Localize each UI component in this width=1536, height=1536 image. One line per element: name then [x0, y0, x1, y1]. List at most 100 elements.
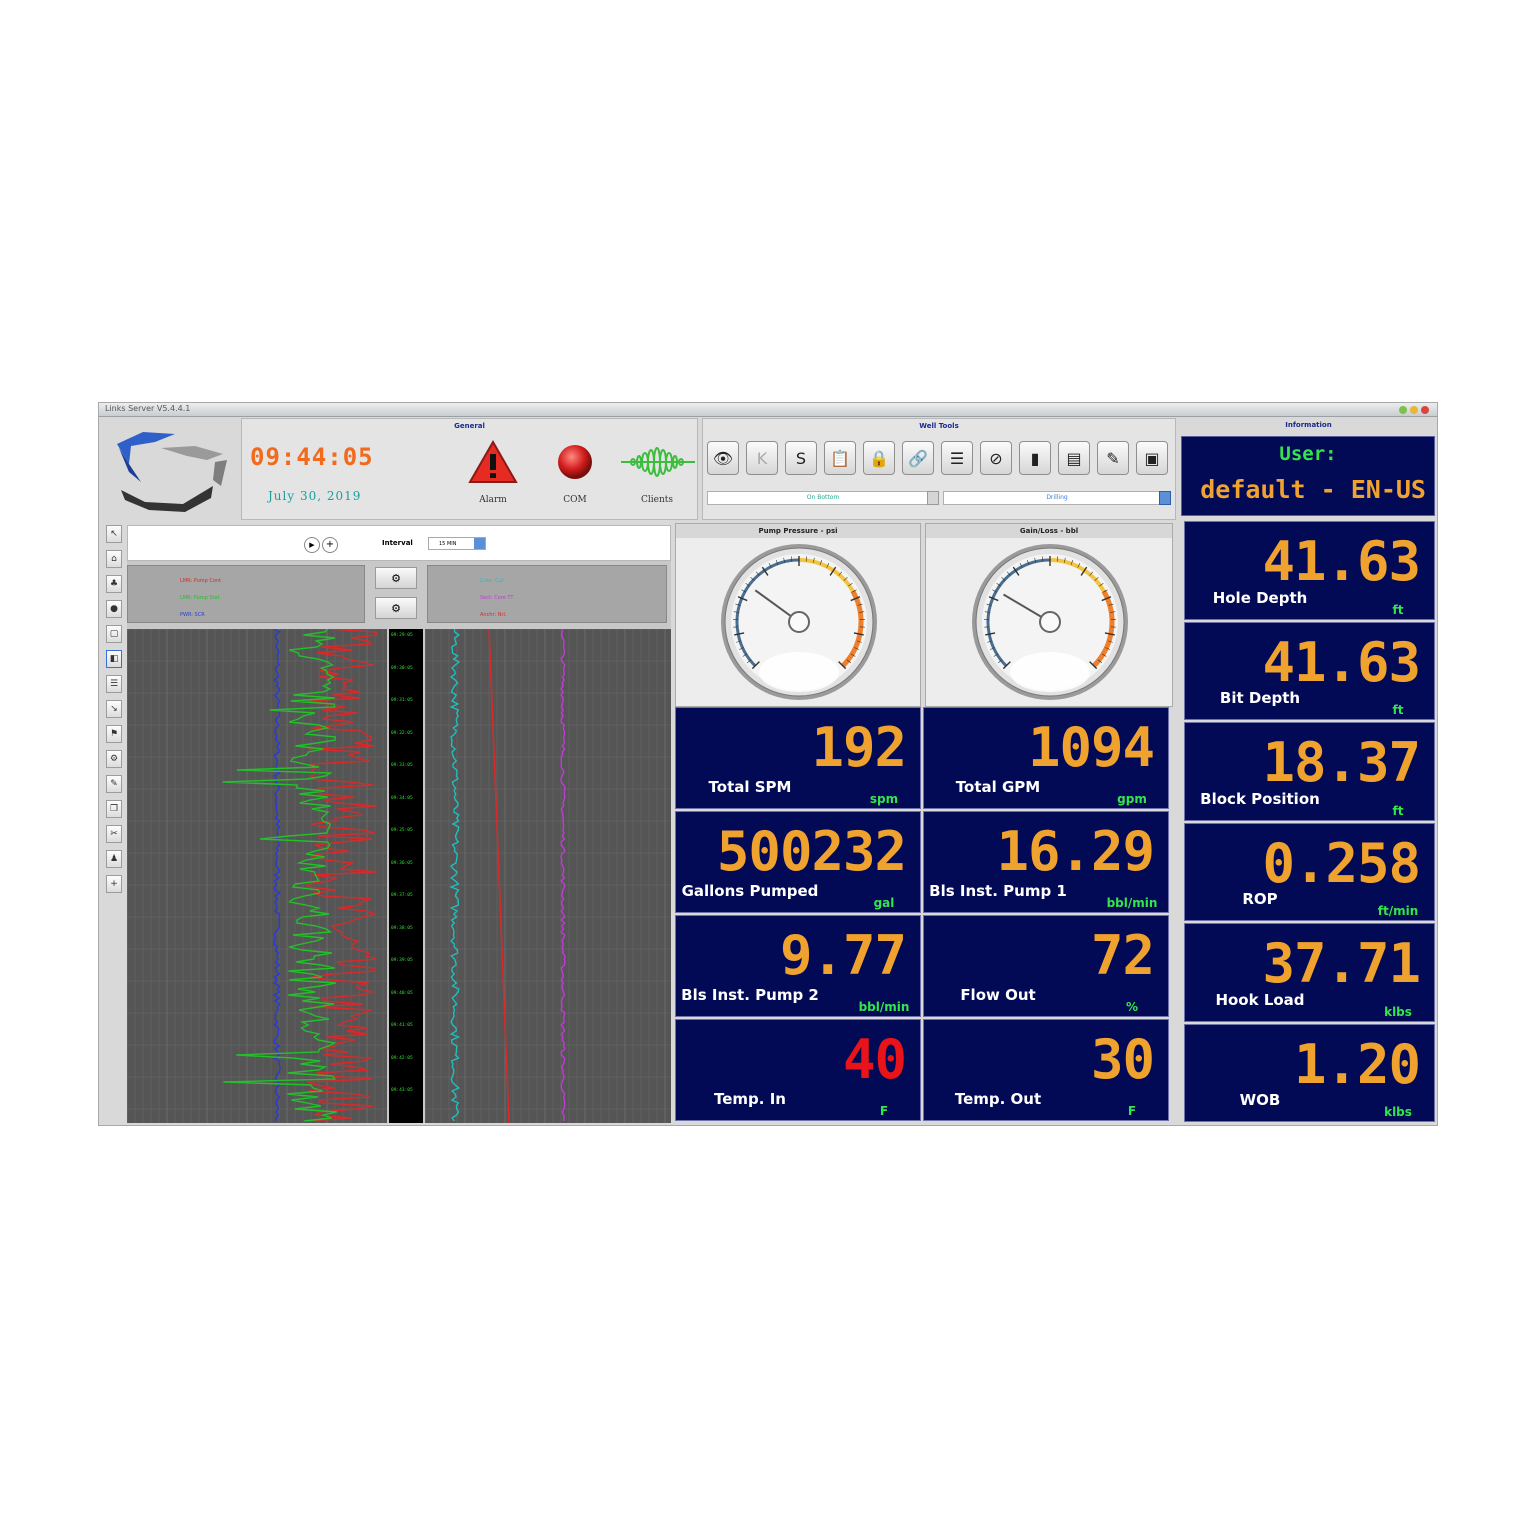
chevron-down-icon[interactable]: [1159, 491, 1171, 505]
time-tick-label: 09:33:05: [391, 763, 413, 768]
cursor-icon[interactable]: ↖: [106, 525, 122, 543]
readout-tile[interactable]: 30 Temp. Out F: [923, 1019, 1169, 1121]
readout-label: Bit Depth: [1219, 689, 1301, 707]
copy-icon[interactable]: ❐: [106, 800, 122, 818]
readout-tile[interactable]: 41.63 Hole Depth ft: [1184, 521, 1435, 620]
k-icon[interactable]: K: [746, 441, 778, 475]
box-icon[interactable]: ▣: [1136, 441, 1168, 475]
legend-row[interactable]: Sect: Core TT: [428, 595, 666, 605]
legend-series-name: LMR: Pump Stat.: [180, 595, 222, 601]
tablet-icon[interactable]: ▮: [1019, 441, 1051, 475]
readout-unit: %: [1125, 1000, 1139, 1014]
alarm-label: Alarm: [479, 495, 507, 505]
legend-row[interactable]: Anchr: Nrl.: [428, 612, 666, 622]
home-icon[interactable]: ⌂: [106, 550, 122, 568]
user-label: User:: [1279, 443, 1337, 465]
readout-value: 1.20: [1293, 1032, 1421, 1096]
panel-icon[interactable]: ▤: [1058, 441, 1090, 475]
chart-controls: ▶ + Interval 15 MIN: [127, 525, 671, 561]
readout-tile[interactable]: 40 Temp. In F: [675, 1019, 921, 1121]
right-track[interactable]: [424, 628, 671, 1124]
legend-series-name: LMR: Pump Cont.: [180, 578, 223, 584]
readout-value: 16.29: [996, 820, 1155, 883]
compass-icon[interactable]: ⊘: [980, 441, 1012, 475]
app-window: Links Server V5.4.4.1 General 09:44:05 J…: [98, 402, 1438, 1126]
left-track-plot: [126, 628, 387, 1123]
list-icon[interactable]: ☰: [941, 441, 973, 475]
clock-display: 09:44:05: [250, 443, 374, 471]
interval-value: 15 MIN: [439, 541, 457, 547]
readout-unit: gpm: [1117, 792, 1147, 806]
add-track-button[interactable]: +: [322, 537, 338, 553]
readout-label: WOB: [1239, 1091, 1281, 1109]
readout-unit: ft: [1392, 803, 1404, 818]
settings-gear-button[interactable]: ⚙: [375, 597, 417, 619]
time-tick-label: 09:41:05: [391, 1023, 413, 1028]
app-logo: [117, 432, 227, 512]
readout-unit: ft: [1392, 703, 1404, 717]
pressure-dial: [721, 544, 877, 700]
legend-row[interactable]: LMR: Pump Cont.: [128, 578, 364, 588]
readout-tile[interactable]: 192 Total SPM spm: [675, 707, 921, 809]
readout-label: Total SPM: [708, 778, 792, 796]
readout-label: Total GPM: [955, 778, 1041, 796]
readout-tile[interactable]: 500232 Gallons Pumped gal: [675, 811, 921, 913]
edit-icon[interactable]: ✎: [106, 775, 122, 793]
legend-settings: ⚙ ⚙: [373, 565, 419, 623]
alarm-icon[interactable]: [468, 439, 518, 489]
readout-tile[interactable]: 1.20 WOB klbs: [1184, 1023, 1435, 1122]
com-status-icon[interactable]: [556, 443, 594, 485]
flag-icon[interactable]: ⚑: [106, 725, 122, 743]
page-icon[interactable]: ▢: [106, 625, 122, 643]
user-icon[interactable]: ♟: [106, 850, 122, 868]
lock-icon[interactable]: 🔒: [863, 441, 895, 475]
view-icon[interactable]: ◧: [106, 650, 122, 668]
edit-icon[interactable]: ✎: [1097, 441, 1129, 475]
left-track[interactable]: [126, 628, 387, 1123]
time-tick-label: 09:31:05: [391, 698, 413, 703]
chevron-down-icon[interactable]: [927, 491, 939, 505]
tools-icon[interactable]: ✂: [106, 825, 122, 843]
activity-select[interactable]: Drilling: [943, 491, 1171, 505]
legend-row[interactable]: LMR: Pump Stat.: [128, 595, 364, 605]
readout-tile[interactable]: 72 Flow Out%: [923, 915, 1169, 1017]
settings-gear-button[interactable]: ⚙: [375, 567, 417, 589]
right-track-plot: [424, 628, 671, 1124]
readout-tile[interactable]: 16.29 Bls Inst. Pump 1 bbl/min: [923, 811, 1169, 913]
readout-tile[interactable]: 41.63 Bit Depth ft: [1184, 621, 1435, 720]
minimize-button[interactable]: [1399, 406, 1407, 414]
chevron-down-icon[interactable]: [474, 538, 485, 549]
readout-unit: ft: [1392, 602, 1404, 617]
readout-value: 18.37: [1262, 731, 1421, 794]
time-tick-label: 09:34:05: [391, 795, 413, 801]
panel-icon[interactable]: ☰: [106, 675, 122, 693]
rig-state-select[interactable]: On Bottom: [707, 491, 939, 505]
legend-row[interactable]: PWR: SCR: [128, 612, 364, 622]
title-bar: Links Server V5.4.4.1: [99, 403, 1437, 417]
legend-series-name: Sect: Core TT: [480, 595, 514, 601]
eye-icon[interactable]: 👁: [707, 441, 739, 475]
readout-tile[interactable]: 1094 Total GPM gpm: [923, 707, 1169, 809]
readout-tile[interactable]: 0.258 ROP ft/min: [1184, 822, 1435, 921]
readout-tile[interactable]: 9.77 Bls Inst. Pump 2 bbl/min: [675, 915, 921, 1017]
add-icon[interactable]: +: [106, 875, 122, 893]
close-button[interactable]: [1421, 406, 1429, 414]
readout-tile[interactable]: 37.71 Hook Load klbs: [1184, 923, 1435, 1022]
pin-icon[interactable]: ↘: [106, 700, 122, 718]
clients-signal-icon[interactable]: [619, 445, 695, 483]
pump-icon[interactable]: ♣: [106, 575, 122, 593]
clipboard-icon[interactable]: 📋: [824, 441, 856, 475]
time-tick-label: 09:43:05: [391, 1088, 413, 1093]
legend-row[interactable]: Cute: Cut.: [428, 578, 666, 588]
interval-select[interactable]: 15 MIN: [428, 537, 486, 550]
gauge-title: Pump Pressure - psi: [676, 524, 920, 538]
readout-unit: ft/min: [1377, 904, 1419, 918]
maximize-button[interactable]: [1410, 406, 1418, 414]
s-icon[interactable]: S: [785, 441, 817, 475]
play-button[interactable]: ▶: [304, 537, 320, 553]
settings-icon[interactable]: ⚙: [106, 750, 122, 768]
readout-tile[interactable]: 18.37 Block Position ft: [1184, 722, 1435, 821]
record-icon[interactable]: ●: [106, 600, 122, 618]
link-icon[interactable]: 🔗: [902, 441, 934, 475]
clients-label: Clients: [640, 495, 673, 505]
